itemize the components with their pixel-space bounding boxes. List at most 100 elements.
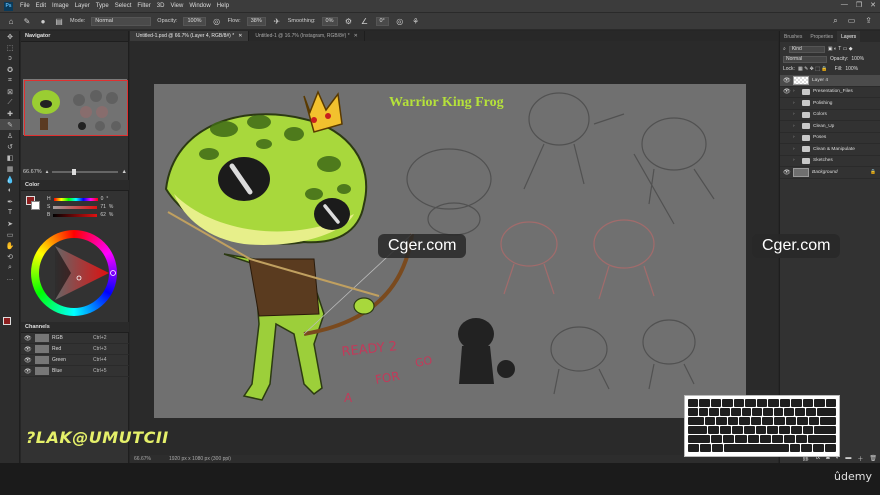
photoshop-logo-icon[interactable]: Ps [4,1,13,11]
document-tab-active[interactable]: Untitled-1.psd @ 66.7% (Layer 4, RGB/8#)… [130,31,250,41]
menu-help[interactable]: Help [214,3,232,9]
eye-icon[interactable]: 👁 [783,88,791,95]
gradient-tool-icon[interactable]: ▦ [0,163,20,174]
menu-file[interactable]: File [17,3,33,9]
quick-select-tool-icon[interactable]: ✪ [0,64,20,75]
tab-layers[interactable]: Layers [837,31,861,42]
chevron-right-icon[interactable]: › [793,147,799,152]
color-background-swatch[interactable] [31,201,40,210]
menu-view[interactable]: View [167,3,186,9]
status-zoom[interactable]: 66.67% [134,456,151,462]
stamp-tool-icon[interactable]: ♙ [0,130,20,141]
shape-tool-icon[interactable]: ▭ [0,229,20,240]
crop-tool-icon[interactable]: ⌗ [0,75,20,86]
workspace-icon[interactable]: ▭ [848,16,856,26]
brush-tool-icon[interactable]: ✎ [22,16,32,26]
channel-row[interactable]: 👁 RGB Ctrl+2 [21,333,129,344]
share-icon[interactable]: ⇪ [865,16,872,26]
tab-brushes[interactable]: Brushes [780,31,806,42]
document-tab[interactable]: Untitled-1 @ 16.7% (Instagram, RGB/8#) *… [249,31,365,41]
chevron-right-icon[interactable]: › [793,101,799,106]
hue-value[interactable]: 0 [101,196,104,202]
menu-layer[interactable]: Layer [72,3,93,9]
menu-window[interactable]: Window [186,3,213,9]
color-wheel[interactable] [31,230,117,316]
healing-tool-icon[interactable]: ✚ [0,108,20,119]
blend-mode-select[interactable]: Normal [783,55,827,63]
chevron-right-icon[interactable]: › [793,135,799,140]
new-layer-icon[interactable]: ＋ [857,454,863,463]
eye-icon[interactable]: 👁 [24,368,32,375]
mode-select[interactable]: Normal [91,16,152,26]
navigator-zoom-slider[interactable] [52,169,118,175]
restore-icon[interactable]: ❐ [856,1,862,9]
angle-field[interactable]: 0° [375,16,389,26]
layer-opacity-field[interactable]: 100% [851,56,864,62]
brightness-value[interactable]: 62 [100,212,106,218]
layer-group-row[interactable]: 👁 › Presentation_Files [780,87,880,98]
navigator-view-box[interactable] [24,80,128,136]
color-triangle[interactable] [31,230,117,316]
hand-tool-icon[interactable]: ✋ [0,240,20,251]
close-icon[interactable]: ✕ [238,33,242,39]
layer-group-row[interactable]: › Clean & Manipulate [780,144,880,156]
eye-icon[interactable]: 👁 [783,77,791,84]
layer-row[interactable]: 👁 Background 🔒 [780,167,880,179]
flow-field[interactable]: 38% [246,16,266,26]
layer-group-row[interactable]: › Polishing [780,98,880,110]
saturation-value[interactable]: 71 [100,204,106,210]
menu-type[interactable]: Type [93,3,112,9]
menu-3d[interactable]: 3D [154,3,168,9]
menu-image[interactable]: Image [49,3,72,9]
lock-icons[interactable]: ▦ ✎ ✥ ⬚ 🔒 [798,66,828,72]
close-icon[interactable]: ✕ [870,1,876,9]
saturation-slider[interactable] [53,205,98,209]
filter-icons[interactable]: ▣ ◐ T ▭ ◆ [828,46,853,52]
layer-group-row[interactable]: › Clean_Up [780,121,880,133]
home-icon[interactable]: ⌂ [6,16,16,26]
brightness-slider[interactable] [53,213,98,217]
minimize-icon[interactable]: — [841,1,848,9]
eraser-tool-icon[interactable]: ◧ [0,152,20,163]
trash-icon[interactable]: 🗑 [869,455,877,462]
rotate-view-icon[interactable]: ⟲ [0,251,20,262]
opacity-field[interactable]: 100% [183,16,206,26]
zoom-out-icon[interactable]: ▴ [46,169,49,175]
hue-slider[interactable] [53,197,98,201]
navigator-tab[interactable]: Navigator [21,31,128,42]
chevron-right-icon[interactable]: › [793,158,799,163]
new-group-icon[interactable]: ▬ [845,455,851,461]
pressure-size-icon[interactable]: ◎ [395,16,405,26]
layer-row[interactable]: 👁 Layer 4 [780,75,880,87]
layer-group-row[interactable]: › Poses [780,133,880,144]
dodge-tool-icon[interactable]: ◐ [0,185,20,196]
menu-filter[interactable]: Filter [134,3,153,9]
path-select-tool-icon[interactable]: ➤ [0,218,20,229]
eye-icon[interactable]: 👁 [24,357,32,364]
navigator-zoom-value[interactable]: 66.67% [23,169,42,175]
eyedropper-tool-icon[interactable]: ⟋ [0,97,20,108]
eye-icon[interactable]: 👁 [24,335,32,342]
menu-edit[interactable]: Edit [33,3,49,9]
tab-properties[interactable]: Properties [806,31,837,42]
frame-tool-icon[interactable]: ⊠ [0,86,20,97]
chevron-right-icon[interactable]: › [793,124,799,129]
blur-tool-icon[interactable]: 💧 [0,174,20,185]
chevron-right-icon[interactable]: › [793,112,799,117]
zoom-in-icon[interactable]: ▲ [122,169,127,175]
channels-tab[interactable]: Channels [21,322,129,333]
search-icon[interactable]: ⌕ [833,16,837,26]
move-tool-icon[interactable]: ✥ [0,31,20,42]
channel-row[interactable]: 👁 Blue Ctrl+5 [21,366,129,377]
pen-tool-icon[interactable]: ✒ [0,196,20,207]
foreground-color-swatch[interactable] [3,317,11,325]
channel-row[interactable]: 👁 Red Ctrl+3 [21,344,129,355]
navigator-thumbnail[interactable] [23,79,128,136]
lasso-tool-icon[interactable]: ↄ [0,53,20,64]
fill-field[interactable]: 100% [845,66,858,72]
type-tool-icon[interactable]: T [0,207,20,218]
more-tools-icon[interactable]: … [0,273,20,284]
layer-filter-select[interactable]: Kind [788,45,825,53]
color-tab[interactable]: Color [21,180,129,191]
close-icon[interactable]: ✕ [354,33,358,39]
